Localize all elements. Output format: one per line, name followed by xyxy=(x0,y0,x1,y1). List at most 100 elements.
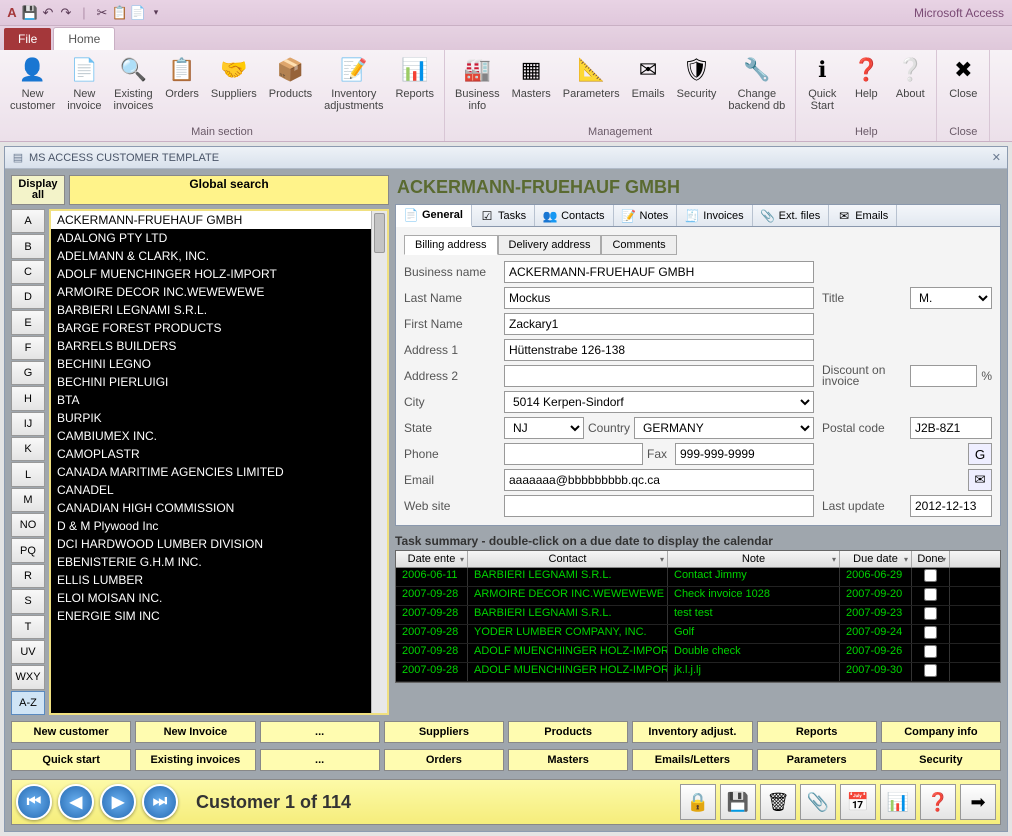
display-all-button[interactable]: Display all xyxy=(11,175,65,205)
nav-next-button[interactable]: ▶ xyxy=(100,784,136,820)
ribbon-quick-start-button[interactable]: ℹQuick Start xyxy=(800,52,844,123)
list-item[interactable]: ENERGIE SIM INC xyxy=(51,607,371,625)
document-close-icon[interactable]: ✕ xyxy=(992,151,1001,164)
list-item[interactable]: BTA xyxy=(51,391,371,409)
table-row[interactable]: 2007-09-28ADOLF MUENCHINGER HOLZ-IMPORTD… xyxy=(396,644,1000,663)
alpha-btn-ij[interactable]: IJ xyxy=(11,412,45,436)
list-item[interactable]: ELOI MOISAN INC. xyxy=(51,589,371,607)
alpha-btn-s[interactable]: S xyxy=(11,589,45,613)
ribbon-help-button[interactable]: ❓Help xyxy=(844,52,888,123)
address1-input[interactable] xyxy=(504,339,814,361)
alpha-btn-f[interactable]: F xyxy=(11,336,45,360)
ribbon-reports-button[interactable]: 📊Reports xyxy=(389,52,440,123)
attach-icon[interactable]: 📎 xyxy=(800,784,836,820)
ribbon-about-button[interactable]: ❔About xyxy=(888,52,932,123)
task-col-header[interactable]: Contact xyxy=(468,551,668,567)
ribbon-orders-button[interactable]: 📋Orders xyxy=(159,52,205,123)
action-btn-products[interactable]: Products xyxy=(508,721,628,743)
save-icon[interactable]: 💾 xyxy=(720,784,756,820)
address2-input[interactable] xyxy=(504,365,814,387)
global-search-input[interactable] xyxy=(70,191,388,203)
home-tab[interactable]: Home xyxy=(53,27,115,50)
qat-dropdown-icon[interactable]: ▾ xyxy=(148,5,164,21)
last-update-input[interactable] xyxy=(910,495,992,517)
tab-invoices[interactable]: 🧾Invoices xyxy=(677,205,752,226)
action-btn-new-customer[interactable]: New customer xyxy=(11,721,131,743)
task-grid[interactable]: Date enteContactNoteDue dateDone 2006-06… xyxy=(395,550,1001,683)
list-item[interactable]: BARRELS BUILDERS xyxy=(51,337,371,355)
tab-general[interactable]: 📄General xyxy=(396,205,472,227)
done-checkbox[interactable] xyxy=(924,569,937,582)
alpha-btn-l[interactable]: L xyxy=(11,462,45,486)
first-name-input[interactable] xyxy=(504,313,814,335)
task-col-header[interactable]: Note xyxy=(668,551,840,567)
ribbon-change-db-button[interactable]: 🔧Change backend db xyxy=(722,52,791,123)
list-item[interactable]: ADELMANN & CLARK, INC. xyxy=(51,247,371,265)
ribbon-emails-button[interactable]: ✉Emails xyxy=(626,52,671,123)
email-input[interactable] xyxy=(504,469,814,491)
fax-input[interactable] xyxy=(675,443,814,465)
website-input[interactable] xyxy=(504,495,814,517)
alpha-btn-g[interactable]: G xyxy=(11,361,45,385)
alpha-btn-wxy[interactable]: WXY xyxy=(11,665,45,689)
list-item[interactable]: EBENISTERIE G.H.M INC. xyxy=(51,553,371,571)
tab-tasks[interactable]: ☑Tasks xyxy=(472,205,535,226)
list-item[interactable]: CANADEL xyxy=(51,481,371,499)
list-item[interactable]: BECHINI PIERLUIGI xyxy=(51,373,371,391)
redo-qat-icon[interactable]: ↷ xyxy=(58,5,74,21)
state-select[interactable]: NJ xyxy=(504,417,584,439)
ribbon-close-button[interactable]: ✖Close xyxy=(941,52,985,123)
ribbon-existing-invoices-button[interactable]: 🔍Existing invoices xyxy=(108,52,160,123)
done-checkbox[interactable] xyxy=(924,664,937,677)
done-checkbox[interactable] xyxy=(924,588,937,601)
ribbon-parameters-button[interactable]: 📐Parameters xyxy=(557,52,626,123)
task-col-header[interactable]: Done xyxy=(912,551,950,567)
subtab-billing-address[interactable]: Billing address xyxy=(404,235,498,255)
action-btn-orders[interactable]: Orders xyxy=(384,749,504,771)
ribbon-products-button[interactable]: 📦Products xyxy=(263,52,318,123)
cut-qat-icon[interactable]: ✂ xyxy=(94,5,110,21)
tab-notes[interactable]: 📝Notes xyxy=(614,205,678,226)
city-select[interactable]: 5014 Kerpen-Sindorf xyxy=(504,391,814,413)
country-select[interactable]: GERMANY xyxy=(634,417,814,439)
list-item[interactable]: ADALONG PTY LTD xyxy=(51,229,371,247)
file-tab[interactable]: File xyxy=(4,28,51,50)
title-select[interactable]: M. xyxy=(910,287,992,309)
list-item[interactable]: DCI HARDWOOD LUMBER DIVISION xyxy=(51,535,371,553)
done-checkbox[interactable] xyxy=(924,645,937,658)
alpha-btn-k[interactable]: K xyxy=(11,437,45,461)
action-btn-existing-invoices[interactable]: Existing invoices xyxy=(135,749,255,771)
email-launch-button[interactable]: ✉ xyxy=(968,469,992,491)
ribbon-masters-button[interactable]: ▦Masters xyxy=(506,52,557,123)
undo-qat-icon[interactable]: ↶ xyxy=(40,5,56,21)
alpha-btn-r[interactable]: R xyxy=(11,564,45,588)
ribbon-suppliers-button[interactable]: 🤝Suppliers xyxy=(205,52,263,123)
subtab-comments[interactable]: Comments xyxy=(601,235,676,255)
list-item[interactable]: ADOLF MUENCHINGER HOLZ-IMPORT xyxy=(51,265,371,283)
action-btn-emails-letters[interactable]: Emails/Letters xyxy=(632,749,752,771)
alpha-btn-a-z[interactable]: A-Z xyxy=(11,691,45,715)
action-btn-new-invoice[interactable]: New Invoice xyxy=(135,721,255,743)
done-checkbox[interactable] xyxy=(924,626,937,639)
action-btn-company-info[interactable]: Company info xyxy=(881,721,1001,743)
save-qat-icon[interactable]: 💾 xyxy=(22,5,38,21)
discount-input[interactable] xyxy=(910,365,977,387)
ribbon-inventory-button[interactable]: 📝Inventory adjustments xyxy=(318,52,389,123)
tab-contacts[interactable]: 👥Contacts xyxy=(535,205,613,226)
list-item[interactable]: CAMBIUMEX INC. xyxy=(51,427,371,445)
table-row[interactable]: 2007-09-28BARBIERI LEGNAMI S.R.L.test te… xyxy=(396,606,1000,625)
postal-input[interactable] xyxy=(910,417,992,439)
action-btn-parameters[interactable]: Parameters xyxy=(757,749,877,771)
alpha-btn-a[interactable]: A xyxy=(11,209,45,233)
nav-first-button[interactable]: ⏮ xyxy=(16,784,52,820)
alpha-btn-c[interactable]: C xyxy=(11,260,45,284)
business-name-input[interactable] xyxy=(504,261,814,283)
ribbon-new-customer-button[interactable]: 👤New customer xyxy=(4,52,61,123)
alpha-btn-h[interactable]: H xyxy=(11,386,45,410)
nav-last-button[interactable]: ⏭ xyxy=(142,784,178,820)
alpha-btn-b[interactable]: B xyxy=(11,234,45,258)
delete-icon[interactable]: 🗑 xyxy=(760,784,796,820)
google-button[interactable]: G xyxy=(968,443,992,465)
last-name-input[interactable] xyxy=(504,287,814,309)
paste-qat-icon[interactable]: 📄 xyxy=(130,5,146,21)
